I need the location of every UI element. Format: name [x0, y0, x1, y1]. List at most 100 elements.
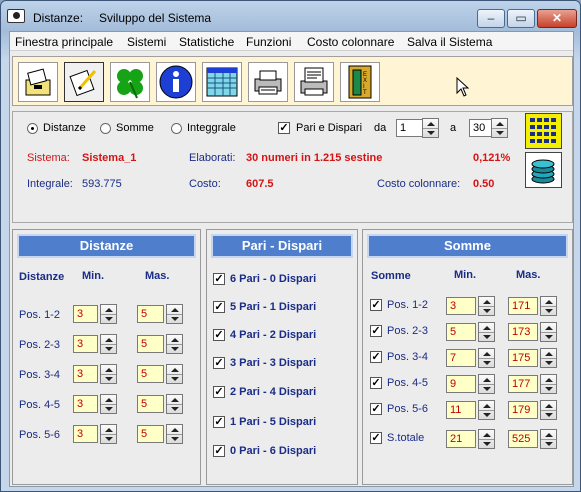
distanze-min-spinner[interactable] [100, 364, 117, 384]
costo-value: 607.5 [246, 178, 274, 190]
somme-max-input[interactable]: 525 [508, 430, 538, 448]
pari-dispari-option-checkbox[interactable]: ✓ [213, 386, 225, 398]
menu-sistemi[interactable]: Sistemi [127, 35, 166, 49]
somme-min-spinner[interactable] [478, 400, 495, 420]
title-bar[interactable]: Distanze: Sviluppo del Sistema – ▭ ✕ [1, 1, 580, 31]
somme-max-spinner[interactable] [540, 374, 557, 394]
print-text-button[interactable] [294, 62, 334, 102]
somme-max-input[interactable]: 171 [508, 297, 538, 315]
somme-max-input[interactable]: 175 [508, 349, 538, 367]
somme-max-spinner[interactable] [540, 296, 557, 316]
a-label: a [450, 122, 457, 134]
menu-salva-il-sistema[interactable]: Salva il Sistema [407, 35, 492, 49]
distanze-max-input[interactable]: 5 [137, 395, 164, 413]
somme-min-input[interactable]: 7 [446, 349, 476, 367]
distanze-min-input[interactable]: 3 [73, 305, 98, 323]
somme-max-input[interactable]: 173 [508, 323, 538, 341]
somme-max-spinner[interactable] [540, 322, 557, 342]
somme-max-input[interactable]: 177 [508, 375, 538, 393]
distanze-max-input[interactable]: 5 [137, 425, 164, 443]
a-spinner[interactable] [491, 118, 508, 138]
printer-icon [254, 70, 282, 95]
menu-finestra-principale[interactable]: Finestra principale [15, 35, 113, 49]
maximize-button[interactable]: ▭ [507, 9, 535, 28]
da-spinner[interactable] [422, 118, 439, 138]
somme-min-input[interactable]: 9 [446, 375, 476, 393]
exit-button[interactable]: EXIT [340, 62, 380, 102]
pari-dispari-option-checkbox[interactable]: ✓ [213, 301, 225, 313]
distanze-max-spinner[interactable] [166, 424, 183, 444]
distanze-min-input[interactable]: 3 [73, 425, 98, 443]
somme-min-input[interactable]: 21 [446, 430, 476, 448]
elaborati-value: 30 numeri in 1.215 sestine [246, 152, 383, 164]
somme-row-checkbox[interactable]: ✓ [370, 299, 382, 311]
maximize-icon: ▭ [515, 11, 527, 25]
costo-colonnare-label: Costo colonnare: [377, 178, 461, 190]
distanze-max-spinner[interactable] [166, 394, 183, 414]
edit-button[interactable] [64, 62, 104, 102]
somme-max-spinner[interactable] [540, 429, 557, 449]
distanze-row-label: Pos. 5-6 [19, 429, 60, 441]
pari-dispari-option-checkbox[interactable]: ✓ [213, 357, 225, 369]
somme-row-checkbox[interactable]: ✓ [370, 403, 382, 415]
somme-max-spinner[interactable] [540, 400, 557, 420]
open-button[interactable] [18, 62, 58, 102]
somme-min-spinner[interactable] [478, 296, 495, 316]
info-button[interactable] [156, 62, 196, 102]
radio-integrale[interactable] [171, 123, 182, 134]
distanze-min-spinner[interactable] [100, 424, 117, 444]
da-input[interactable]: 1 [396, 119, 424, 137]
somme-row-label: S.totale [387, 432, 425, 444]
menu-costo-colonnare[interactable]: Costo colonnare [307, 35, 394, 49]
print-button[interactable] [248, 62, 288, 102]
mouse-cursor-icon [456, 77, 470, 97]
distanze-max-input[interactable]: 5 [137, 305, 164, 323]
distanze-max-spinner[interactable] [166, 364, 183, 384]
edit-icon [69, 69, 97, 97]
somme-max-spinner[interactable] [540, 348, 557, 368]
pari-dispari-checkbox[interactable]: ✓ [278, 122, 290, 134]
somme-min-input[interactable]: 11 [446, 401, 476, 419]
distanze-min-spinner[interactable] [100, 304, 117, 324]
somme-min-spinner[interactable] [478, 429, 495, 449]
somme-min-input[interactable]: 3 [446, 297, 476, 315]
database-button[interactable] [525, 152, 562, 188]
somme-row-checkbox[interactable]: ✓ [370, 377, 382, 389]
open-icon [25, 68, 51, 96]
distanze-min-spinner[interactable] [100, 394, 117, 414]
radio-distanze[interactable] [27, 123, 38, 134]
somme-min-spinner[interactable] [478, 374, 495, 394]
distanze-max-spinner[interactable] [166, 304, 183, 324]
pari-dispari-option-label: 1 Pari - 5 Dispari [230, 416, 317, 428]
somme-row-checkbox[interactable]: ✓ [370, 432, 382, 444]
menu-funzioni[interactable]: Funzioni [246, 35, 291, 49]
distanze-min-spinner[interactable] [100, 334, 117, 354]
somme-max-input[interactable]: 179 [508, 401, 538, 419]
keypad-button[interactable] [525, 113, 562, 149]
somme-min-spinner[interactable] [478, 322, 495, 342]
pari-dispari-option-checkbox[interactable]: ✓ [213, 445, 225, 457]
distanze-min-input[interactable]: 3 [73, 365, 98, 383]
table-button[interactable] [202, 62, 242, 102]
somme-min-input[interactable]: 5 [446, 323, 476, 341]
a-input[interactable]: 30 [469, 119, 493, 137]
percent-value: 0,121% [473, 152, 511, 164]
distanze-min-input[interactable]: 3 [73, 395, 98, 413]
minimize-button[interactable]: – [477, 9, 505, 28]
pari-dispari-option-checkbox[interactable]: ✓ [213, 329, 225, 341]
distanze-max-spinner[interactable] [166, 334, 183, 354]
client-area: Finestra principale Sistemi Statistiche … [9, 31, 574, 487]
somme-row-checkbox[interactable]: ✓ [370, 351, 382, 363]
close-button[interactable]: ✕ [537, 9, 577, 28]
somme-min-spinner[interactable] [478, 348, 495, 368]
menu-statistiche[interactable]: Statistiche [179, 35, 234, 49]
clover-button[interactable] [110, 62, 150, 102]
radio-somme[interactable] [100, 123, 111, 134]
distanze-max-input[interactable]: 5 [137, 335, 164, 353]
distanze-max-input[interactable]: 5 [137, 365, 164, 383]
distanze-min-input[interactable]: 3 [73, 335, 98, 353]
pari-dispari-option-checkbox[interactable]: ✓ [213, 273, 225, 285]
somme-row-checkbox[interactable]: ✓ [370, 325, 382, 337]
pari-dispari-option-checkbox[interactable]: ✓ [213, 416, 225, 428]
somme-panel: Somme Somme Min. Mas. ✓ Pos. 1-2 3 171 ✓… [362, 229, 573, 485]
